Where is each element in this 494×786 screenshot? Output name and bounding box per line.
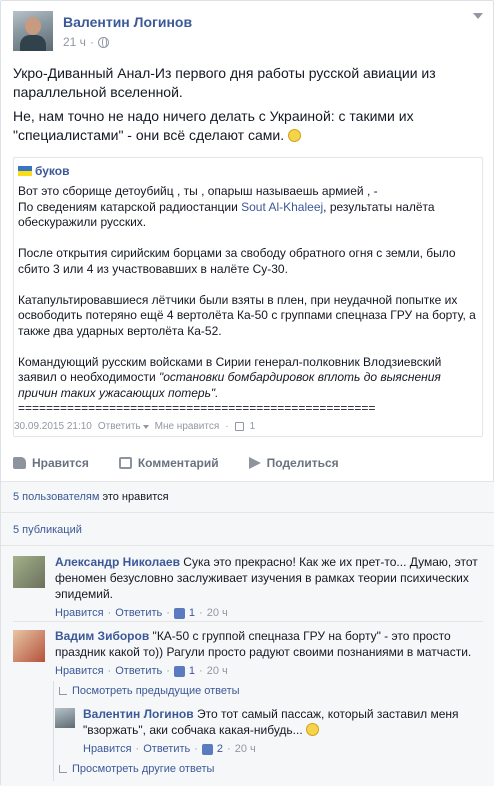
reply-arrow-icon bbox=[59, 687, 67, 695]
shared-date: 30.09.2015 21:10 bbox=[14, 421, 92, 432]
comment-like-count[interactable]: 1 bbox=[189, 605, 195, 621]
thumbs-up-icon bbox=[201, 743, 213, 755]
avatar[interactable] bbox=[13, 556, 45, 588]
shared-comment: буков Вот это сборище детоубийц , ты , о… bbox=[13, 157, 483, 437]
shared-footer: 30.09.2015 21:10 Ответить Мне нравится ·… bbox=[14, 421, 256, 432]
comment-reply-link[interactable]: Ответить bbox=[115, 605, 162, 621]
reply-arrow-icon bbox=[59, 765, 67, 773]
source-link[interactable]: Sout Al-Khaleej bbox=[241, 200, 323, 214]
thumbs-up-icon bbox=[13, 457, 26, 469]
comment-like-link[interactable]: Нравится bbox=[55, 605, 104, 621]
view-previous-replies[interactable]: Посмотреть предыдущие ответы bbox=[59, 685, 240, 697]
shares-link[interactable]: 5 публикаций bbox=[13, 524, 82, 536]
ukraine-flag-icon bbox=[18, 166, 32, 176]
shared-line-1: Вот это сборище детоубийц , ты , опарыш … bbox=[18, 184, 378, 198]
reply-text: Валентин Логинов Это тот самый пассаж, к… bbox=[83, 706, 483, 738]
comment-text: Вадим Зиборов "КА-50 с группой спецназа … bbox=[55, 628, 483, 660]
shared-author[interactable]: буков bbox=[18, 164, 69, 178]
like-label: Нравится bbox=[32, 456, 89, 470]
shared-reply-label[interactable]: Ответить bbox=[98, 421, 141, 432]
shared-like-count: 1 bbox=[249, 421, 256, 432]
shared-reply[interactable]: Ответить bbox=[98, 421, 149, 432]
likes-text: это нравится bbox=[99, 491, 169, 503]
post-actions: Нравится Комментарий Поделиться bbox=[13, 456, 483, 470]
reply-like-count[interactable]: 2 bbox=[217, 741, 223, 757]
comment-like-link[interactable]: Нравится bbox=[55, 663, 104, 679]
commenter-name[interactable]: Александр Николаев bbox=[55, 555, 180, 569]
avatar[interactable] bbox=[55, 708, 75, 728]
feedback-panel: 5 пользователям это нравится 5 публикаци… bbox=[1, 481, 494, 786]
share-label: Поделиться bbox=[266, 456, 339, 470]
share-button[interactable]: Поделиться bbox=[248, 456, 339, 470]
smile-emoji-icon bbox=[306, 723, 320, 736]
caret-down-icon[interactable] bbox=[142, 425, 149, 429]
likes-link[interactable]: 5 пользователям bbox=[13, 491, 99, 503]
comment-reply-link[interactable]: Ответить bbox=[115, 663, 162, 679]
author-name[interactable]: Валентин Логинов bbox=[63, 14, 192, 30]
post-text-2: Не, нам точно не надо ничего делать с Ук… bbox=[13, 107, 483, 145]
post-text-2-content: Не, нам точно не надо ничего делать с Ук… bbox=[13, 108, 414, 143]
shared-para-3: Катапультировавшиеся лётчики были взяты … bbox=[18, 292, 476, 338]
shared-para-1: Вот это сборище детоубийц , ты , опарыш … bbox=[18, 184, 480, 231]
like-button[interactable]: Нравится bbox=[13, 456, 89, 470]
reply-like-link[interactable]: Нравится bbox=[83, 741, 132, 757]
comment-meta: Нравится · Ответить · 1 · 20 ч bbox=[55, 605, 228, 621]
thumbs-up-icon bbox=[234, 422, 244, 431]
shared-separator: ========================================… bbox=[18, 401, 376, 415]
shared-body: Вот это сборище детоубийц , ты , опарыш … bbox=[18, 184, 480, 417]
author-avatar[interactable] bbox=[13, 11, 53, 51]
view-other-replies-label[interactable]: Просмотреть другие ответы bbox=[72, 763, 214, 775]
post-text-1: Укро-Диванный Анал-Из первого дня работы… bbox=[13, 65, 436, 100]
shared-para-4: Командующий русским войсками в Сирии ген… bbox=[18, 355, 480, 417]
comment-time[interactable]: 20 ч bbox=[207, 605, 228, 621]
post-card: Валентин Логинов 21 ч · Укро-Диванный Ан… bbox=[0, 0, 494, 786]
thumbs-up-icon bbox=[173, 665, 185, 677]
share-icon bbox=[248, 457, 261, 469]
post-meta: 21 ч · bbox=[63, 35, 109, 49]
shared-author-name[interactable]: буков bbox=[35, 164, 69, 178]
comment-time[interactable]: 20 ч bbox=[207, 663, 228, 679]
thumbs-up-icon bbox=[173, 607, 185, 619]
smile-emoji-icon bbox=[287, 129, 301, 142]
comment-icon bbox=[118, 457, 132, 469]
comment-1: Александр Николаев Сука это прекрасно! К… bbox=[13, 554, 483, 621]
shared-line-2-prefix: По сведениям катарской радиостанции bbox=[18, 199, 242, 214]
commenter-name[interactable]: Вадим Зиборов bbox=[55, 629, 149, 643]
view-other-replies[interactable]: Просмотреть другие ответы bbox=[59, 763, 214, 775]
comment-like-count[interactable]: 1 bbox=[189, 663, 195, 679]
chevron-down-icon[interactable] bbox=[473, 13, 483, 19]
reply-meta: Нравится · Ответить · 2 · 20 ч bbox=[83, 741, 256, 757]
shared-like[interactable]: Мне нравится bbox=[155, 421, 220, 432]
reply-time[interactable]: 20 ч bbox=[235, 741, 256, 757]
view-previous-replies-label[interactable]: Посмотреть предыдущие ответы bbox=[72, 685, 240, 697]
comment-button[interactable]: Комментарий bbox=[118, 456, 219, 470]
post-time[interactable]: 21 ч bbox=[63, 35, 86, 49]
post-header: Валентин Логинов 21 ч · bbox=[13, 11, 483, 55]
comment-2: Вадим Зиборов "КА-50 с группой спецназа … bbox=[13, 628, 483, 678]
globe-icon[interactable] bbox=[97, 36, 109, 48]
commenter-name[interactable]: Валентин Логинов bbox=[83, 707, 194, 721]
reply-1: Валентин Логинов Это тот самый пассаж, к… bbox=[55, 706, 483, 758]
comment-text: Александр Николаев Сука это прекрасно! К… bbox=[55, 554, 483, 602]
comment-meta: Нравится · Ответить · 1 · 20 ч bbox=[55, 663, 228, 679]
avatar[interactable] bbox=[13, 630, 45, 662]
reply-reply-link[interactable]: Ответить bbox=[143, 741, 190, 757]
comment-label: Комментарий bbox=[137, 456, 219, 470]
shared-para-2: После открытия сирийским борцами за своб… bbox=[18, 246, 456, 276]
likes-summary: 5 пользователям это нравится bbox=[13, 491, 169, 503]
